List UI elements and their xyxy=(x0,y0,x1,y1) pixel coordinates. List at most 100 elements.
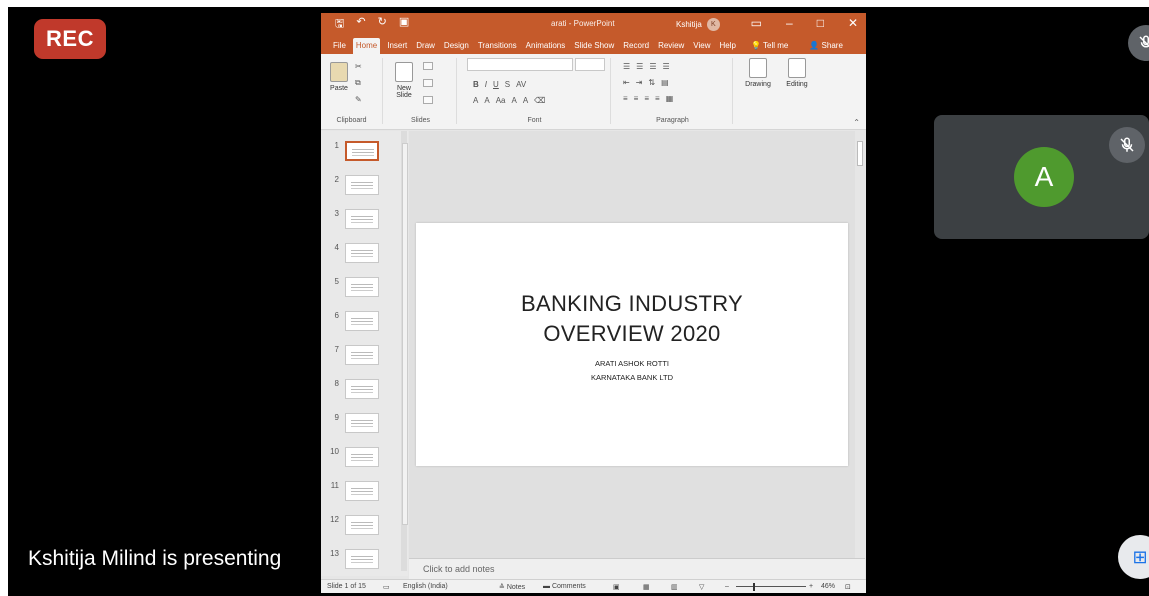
slide-sorter-icon[interactable]: ▦ xyxy=(643,583,650,591)
zoom-level[interactable]: 46% xyxy=(821,583,835,590)
strikethrough-icon[interactable]: S xyxy=(505,80,510,89)
drawing-button[interactable]: Drawing xyxy=(739,58,777,88)
bold-icon[interactable]: B xyxy=(473,80,479,89)
language-indicator[interactable]: English (India) xyxy=(403,583,448,590)
title-bar: 🖫 ↶ ↻ ▣ arati - PowerPoint Kshitija K ▭ … xyxy=(321,13,866,36)
tab-review[interactable]: Review xyxy=(656,39,686,54)
character-spacing-icon[interactable]: AV xyxy=(516,80,526,89)
comments-toggle[interactable]: ▬ Comments xyxy=(543,583,586,590)
maximize-icon[interactable]: □ xyxy=(817,16,824,30)
columns-icon[interactable]: ☰ xyxy=(663,62,670,71)
justify-icon[interactable]: ≡ xyxy=(655,94,660,103)
slideshow-view-icon[interactable]: ▽ xyxy=(699,583,704,591)
participant-tile[interactable]: A xyxy=(934,115,1149,239)
editor-scrollbar[interactable] xyxy=(855,131,865,558)
tab-slide-show[interactable]: Slide Show xyxy=(572,39,616,54)
editor-scroll-thumb[interactable] xyxy=(857,141,863,166)
paste-button[interactable]: Paste xyxy=(327,62,351,92)
cut-icon[interactable]: ✂ xyxy=(355,62,362,71)
zoom-out-icon[interactable]: – xyxy=(725,583,729,590)
section-icon[interactable] xyxy=(423,96,433,104)
reset-icon[interactable] xyxy=(423,79,433,87)
align-right-icon[interactable]: ≡ xyxy=(644,94,649,103)
font-color-icon[interactable]: A xyxy=(484,96,489,105)
slide-subtitle-line-1[interactable]: ARATI ASHOK ROTTI xyxy=(416,357,848,371)
text-direction-icon[interactable]: ⇅ xyxy=(648,78,655,87)
tab-draw[interactable]: Draw xyxy=(414,39,437,54)
align-left-icon[interactable]: ≡ xyxy=(623,94,628,103)
user-account[interactable]: Kshitija K xyxy=(676,18,720,31)
thumbnail-item[interactable]: 1 xyxy=(329,141,379,161)
zoom-slider-handle[interactable] xyxy=(753,583,755,591)
thumbnail-number: 11 xyxy=(330,481,339,490)
line-spacing-icon[interactable]: ☰ xyxy=(649,62,656,71)
tab-help[interactable]: Help xyxy=(718,39,738,54)
tab-animations[interactable]: Animations xyxy=(524,39,568,54)
copy-icon[interactable]: ⧉ xyxy=(355,78,362,88)
notes-toggle[interactable]: ≙ Notes xyxy=(499,583,525,591)
thumbnail-item[interactable]: 9 xyxy=(329,413,379,433)
normal-view-icon[interactable]: ▣ xyxy=(613,583,620,591)
tab-record[interactable]: Record xyxy=(621,39,651,54)
tab-home[interactable]: Home xyxy=(352,38,381,54)
thumbnail-item[interactable]: 11 xyxy=(329,481,379,501)
align-center-icon[interactable]: ≡ xyxy=(634,94,639,103)
thumbnail-item[interactable]: 6 xyxy=(329,311,379,331)
numbering-icon[interactable]: ☰ xyxy=(636,62,643,71)
thumbnail-item[interactable]: 12 xyxy=(329,515,379,535)
thumbnail-item[interactable]: 7 xyxy=(329,345,379,365)
align-text-icon[interactable]: ▤ xyxy=(661,78,669,87)
increase-indent-icon[interactable]: ⇥ xyxy=(636,78,643,87)
tab-transitions[interactable]: Transitions xyxy=(476,39,519,54)
tab-insert[interactable]: Insert xyxy=(385,39,409,54)
editing-button[interactable]: Editing xyxy=(779,58,815,88)
current-slide[interactable]: BANKING INDUSTRY OVERVIEW 2020 ARATI ASH… xyxy=(416,223,848,466)
thumbnail-item[interactable]: 3 xyxy=(329,209,379,229)
tab-file[interactable]: File xyxy=(331,39,348,54)
presenter-mic-muted-icon[interactable] xyxy=(1128,25,1149,61)
undo-icon[interactable]: ↶ xyxy=(356,15,365,34)
increase-font-icon[interactable]: A xyxy=(511,96,516,105)
thumbnail-scrollbar[interactable] xyxy=(401,131,408,571)
thumbnail-item[interactable]: 5 xyxy=(329,277,379,297)
zoom-in-icon[interactable]: + xyxy=(809,583,813,590)
share-button[interactable]: 👤 Share xyxy=(807,39,845,54)
slide-title[interactable]: BANKING INDUSTRY OVERVIEW 2020 xyxy=(416,289,848,349)
zoom-slider[interactable] xyxy=(736,586,806,587)
collapse-ribbon-icon[interactable]: ⌃ xyxy=(853,118,860,127)
font-family-select[interactable] xyxy=(467,58,573,71)
reading-view-icon[interactable]: ▥ xyxy=(671,583,678,591)
notes-pane[interactable]: Click to add notes xyxy=(409,558,865,580)
fit-to-window-icon[interactable]: ⊡ xyxy=(845,583,851,591)
bullets-icon[interactable]: ☰ xyxy=(623,62,630,71)
decrease-font-icon[interactable]: A xyxy=(523,96,528,105)
text-effects-icon[interactable]: A xyxy=(473,96,478,105)
thumbnail-item[interactable]: 2 xyxy=(329,175,379,195)
ribbon-display-icon[interactable]: ▭ xyxy=(751,16,762,30)
decrease-indent-icon[interactable]: ⇤ xyxy=(623,78,630,87)
tell-me-search[interactable]: 💡 Tell me xyxy=(749,39,790,54)
clear-formatting-icon[interactable]: ⌫ xyxy=(534,96,545,105)
format-painter-icon[interactable]: ✎ xyxy=(355,95,362,104)
close-icon[interactable]: ✕ xyxy=(848,16,858,30)
start-from-beginning-icon[interactable]: ▣ xyxy=(399,15,409,34)
layout-icon[interactable] xyxy=(423,62,433,70)
thumbnail-item[interactable]: 4 xyxy=(329,243,379,263)
slide-subtitle-line-2[interactable]: KARNATAKA BANK LTD xyxy=(416,371,848,385)
tab-view[interactable]: View xyxy=(691,39,712,54)
tab-design[interactable]: Design xyxy=(442,39,471,54)
italic-icon[interactable]: I xyxy=(485,80,487,89)
smartart-icon[interactable]: ▦ xyxy=(666,94,674,103)
accessibility-icon[interactable]: ▭ xyxy=(383,583,390,591)
change-case-icon[interactable]: Aa xyxy=(496,96,506,105)
thumbnail-item[interactable]: 13 xyxy=(329,549,379,569)
underline-icon[interactable]: U xyxy=(493,80,499,89)
redo-icon[interactable]: ↻ xyxy=(378,15,387,34)
font-size-select[interactable] xyxy=(575,58,605,71)
thumbnail-item[interactable]: 8 xyxy=(329,379,379,399)
new-slide-button[interactable]: New Slide xyxy=(391,62,417,99)
thumbnail-item[interactable]: 10 xyxy=(329,447,379,467)
save-icon[interactable]: 🖫 xyxy=(335,15,344,34)
minimize-icon[interactable]: – xyxy=(786,16,793,30)
layout-button[interactable]: ⊞ xyxy=(1118,535,1149,579)
